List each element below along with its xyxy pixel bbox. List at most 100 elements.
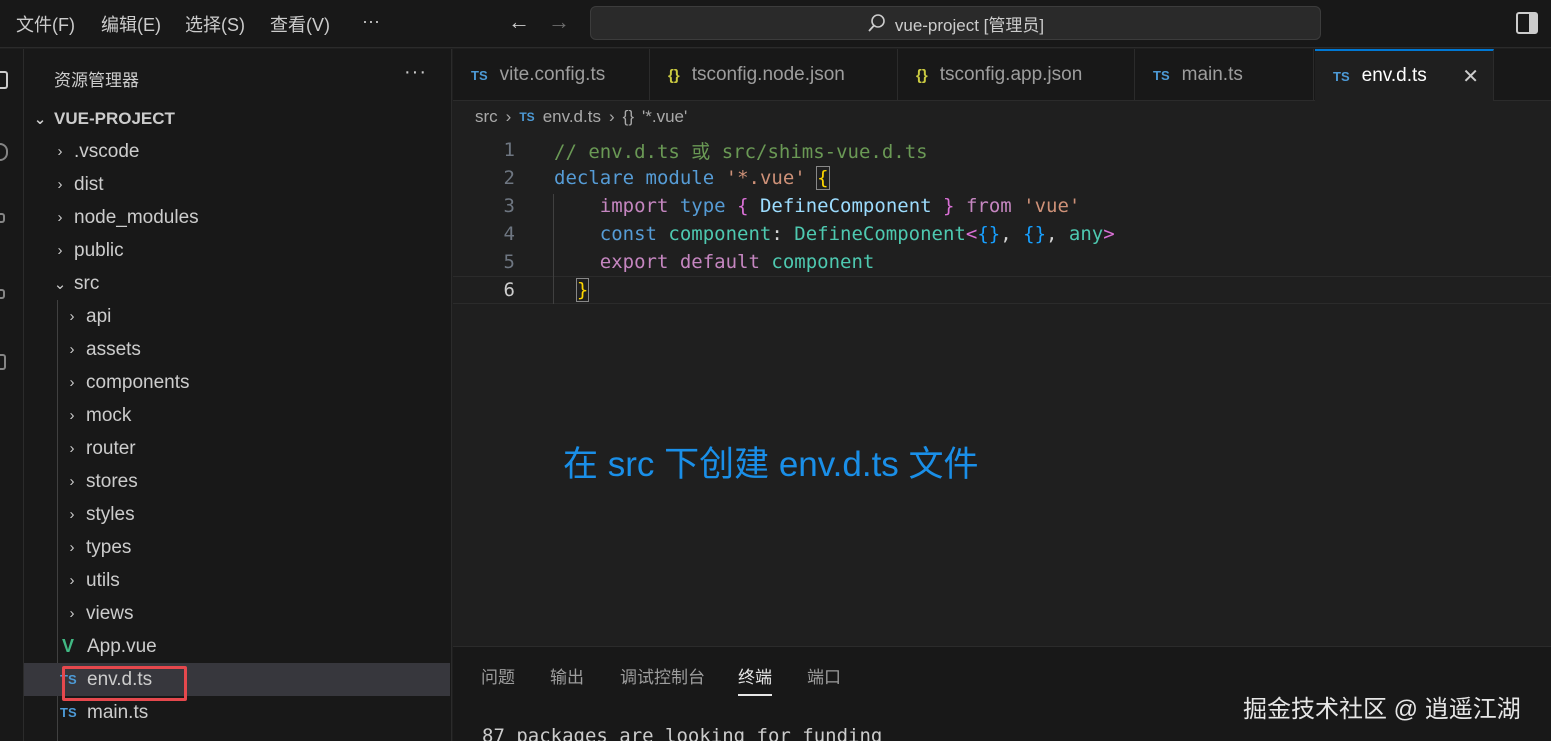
folder-types[interactable]: › types — [24, 531, 450, 564]
folder-label: styles — [86, 503, 135, 525]
extensions-icon[interactable] — [0, 354, 6, 370]
folder-label: dist — [74, 173, 104, 195]
panel-tab-debug-console[interactable]: 调试控制台 — [620, 663, 705, 688]
folder-vscode[interactable]: › .vscode — [24, 135, 450, 168]
folder-node-modules[interactable]: › node_modules — [24, 201, 450, 234]
panel-tab-terminal[interactable]: 终端 — [738, 663, 772, 696]
menu-file[interactable]: 文件(F) — [16, 11, 75, 37]
code-token: '*.vue' — [725, 167, 806, 189]
code-line: 2 declare module '*.vue' { — [453, 164, 1551, 192]
code-token: any — [1068, 223, 1104, 245]
forward-arrow-icon[interactable]: → — [548, 9, 570, 35]
folder-mock[interactable]: › mock — [24, 399, 450, 432]
source-control-icon[interactable] — [0, 213, 5, 223]
folder-label: src — [74, 272, 100, 294]
search-icon — [868, 14, 885, 32]
menu-view[interactable]: 查看(V) — [270, 11, 330, 37]
file-app-vue[interactable]: V App.vue — [24, 630, 450, 663]
activity-bar — [0, 49, 24, 741]
folder-api[interactable]: › api — [24, 300, 450, 333]
code-editor[interactable]: 1 // env.d.ts 或 src/shims-vue.d.ts 2 dec… — [453, 136, 1551, 646]
chevron-right-icon: › — [69, 407, 75, 424]
code-token: { — [737, 195, 749, 217]
code-token: , — [1000, 223, 1012, 245]
folder-router[interactable]: › router — [24, 432, 450, 465]
breadcrumb: src › TS env.d.ts › {} '*.vue' — [475, 107, 687, 127]
tab-label: vite.config.ts — [499, 64, 606, 85]
folder-label: views — [86, 602, 134, 624]
title-bar: 文件(F) 编辑(E) 选择(S) 查看(V) ··· ← → vue-proj… — [0, 0, 1551, 48]
chevron-right-icon: › — [505, 107, 512, 126]
explorer-more-button[interactable]: ··· — [404, 61, 427, 84]
code-token: export — [599, 251, 669, 273]
code-token: import — [599, 195, 669, 217]
folder-styles[interactable]: › styles — [24, 498, 450, 531]
chevron-right-icon: › — [69, 308, 75, 325]
panel-tab-problems[interactable]: 问题 — [481, 663, 515, 688]
folder-components[interactable]: › components — [24, 366, 450, 399]
folder-dist[interactable]: › dist — [24, 168, 450, 201]
code-token: DefineComponent — [794, 223, 966, 245]
file-main-ts[interactable]: TS main.ts — [24, 696, 450, 729]
command-center[interactable]: vue-project [管理员] — [590, 6, 1321, 40]
tab-vite-config[interactable]: TS vite.config.ts — [453, 49, 650, 101]
chevron-right-icon: › — [69, 605, 75, 622]
folder-public[interactable]: › public — [24, 234, 450, 267]
chevron-right-icon: › — [69, 506, 75, 523]
run-debug-icon[interactable] — [0, 289, 5, 299]
json-file-icon: {} — [916, 66, 928, 84]
menu-more[interactable]: ··· — [362, 11, 380, 32]
file-label: env.d.ts — [87, 668, 153, 690]
tab-tsconfig-node[interactable]: {} tsconfig.node.json — [650, 49, 898, 101]
code-token: default — [679, 251, 760, 273]
folder-utils[interactable]: › utils — [24, 564, 450, 597]
project-root[interactable]: ⌄ VUE-PROJECT — [24, 102, 450, 135]
code-line: 4 const component: DefineComponent<{}, {… — [453, 220, 1551, 248]
explorer-sidebar: 资源管理器 ··· ⌄ VUE-PROJECT › .vscode › dist… — [24, 49, 452, 741]
menu-selection[interactable]: 选择(S) — [185, 11, 245, 37]
folder-label: types — [86, 536, 132, 558]
tab-label: tsconfig.app.json — [939, 64, 1083, 85]
code-line: 5 export default component — [453, 248, 1551, 276]
chevron-right-icon: › — [69, 341, 75, 358]
annotation-text: 在 src 下创建 env.d.ts 文件 — [563, 445, 979, 484]
folder-views[interactable]: › views — [24, 597, 450, 630]
folder-label: assets — [86, 338, 141, 360]
explorer-icon[interactable] — [0, 71, 8, 89]
file-env-d-ts[interactable]: TS env.d.ts — [24, 663, 450, 696]
back-arrow-icon[interactable]: ← — [508, 9, 530, 35]
panel-tab-ports[interactable]: 端口 — [807, 663, 841, 688]
chevron-down-icon: ⌄ — [33, 110, 47, 128]
folder-src[interactable]: ⌄ src — [24, 267, 450, 300]
code-token: { — [816, 166, 830, 190]
typescript-file-icon: TS — [1153, 67, 1170, 83]
folder-label: node_modules — [74, 206, 199, 228]
typescript-file-icon: TS — [471, 67, 488, 83]
chevron-right-icon: › — [69, 572, 75, 589]
panel-tab-output[interactable]: 输出 — [550, 663, 584, 688]
breadcrumb-file[interactable]: env.d.ts — [543, 107, 601, 127]
folder-label: mock — [86, 404, 132, 426]
tab-tsconfig-app[interactable]: {} tsconfig.app.json — [898, 49, 1135, 101]
code-token: : — [771, 223, 783, 245]
code-token: } — [943, 195, 955, 217]
line-number: 6 — [503, 279, 515, 301]
folder-assets[interactable]: › assets — [24, 333, 450, 366]
folder-stores[interactable]: › stores — [24, 465, 450, 498]
terminal-output: 87 packages are looking for funding — [482, 725, 883, 741]
layout-toggle-icon[interactable] — [1516, 12, 1538, 34]
close-icon[interactable]: ✕ — [1462, 64, 1479, 89]
chevron-right-icon: › — [69, 440, 75, 457]
chevron-right-icon: › — [57, 209, 63, 226]
code-line-current: 6 } — [453, 276, 1551, 304]
breadcrumb-symbol[interactable]: '*.vue' — [642, 107, 687, 127]
folder-label: router — [86, 437, 136, 459]
search-activity-icon[interactable] — [0, 143, 8, 161]
typescript-file-icon: TS — [60, 705, 77, 720]
tab-env-d-ts[interactable]: TS env.d.ts ✕ — [1315, 49, 1494, 101]
code-line: 1 // env.d.ts 或 src/shims-vue.d.ts — [453, 136, 1551, 164]
tab-main-ts[interactable]: TS main.ts — [1135, 49, 1314, 101]
breadcrumb-folder[interactable]: src — [475, 107, 498, 127]
menu-edit[interactable]: 编辑(E) — [101, 11, 161, 37]
watermark: 掘金技术社区 @ 逍遥江湖 — [1243, 696, 1521, 723]
